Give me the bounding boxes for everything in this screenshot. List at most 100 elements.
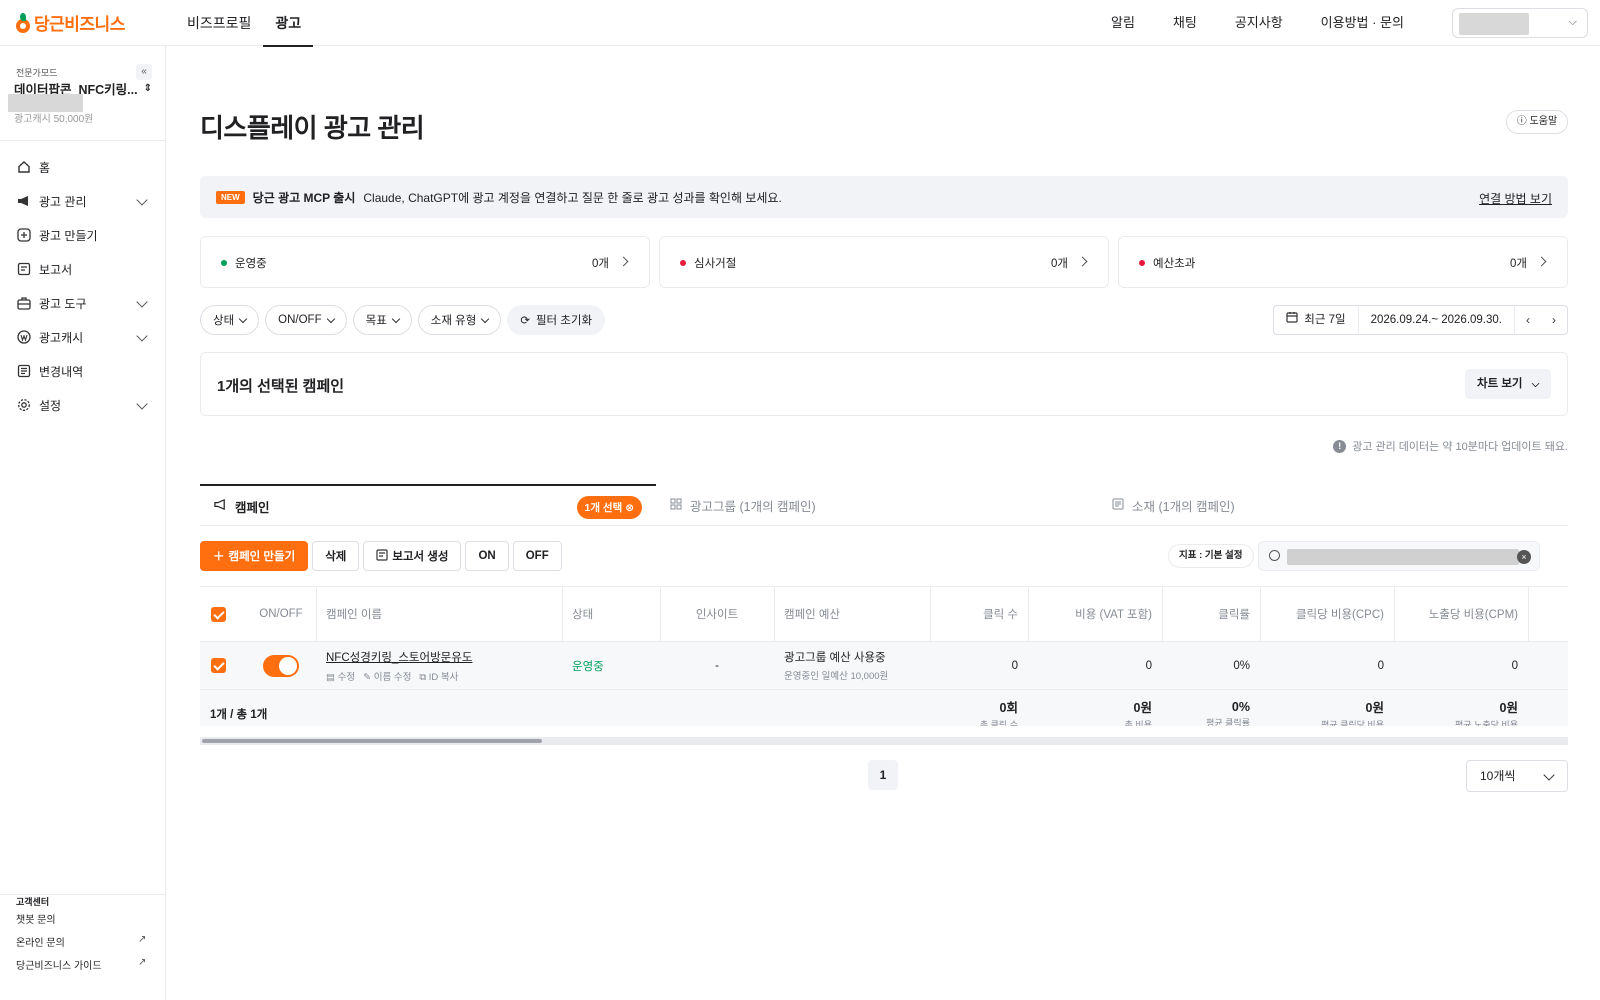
sum-cpc: 0원 평균 클릭당 비용 (1260, 690, 1394, 726)
sidebar-item-label: 광고 관리 (39, 194, 87, 209)
col-insight[interactable]: 인사이트 (660, 587, 774, 641)
campaign-name-link[interactable]: NFC성경키링_스토어방문유도 (326, 649, 472, 665)
logo[interactable]: 당근비즈니스 (16, 10, 125, 35)
filter-reset-button[interactable]: ⟳ 필터 초기화 (507, 305, 606, 335)
toggle-switch[interactable] (263, 654, 299, 677)
nav-chat[interactable]: 채팅 (1173, 0, 1197, 46)
help-button[interactable]: ⓘ 도움말 (1506, 110, 1568, 134)
collapse-sidebar-icon[interactable]: « (136, 64, 152, 80)
updown-icon: ⇕ (143, 83, 152, 94)
stat-over-budget[interactable]: 예산초과 0개 (1118, 236, 1568, 288)
sum-label: 평균 노출당 비용 (1455, 720, 1518, 726)
selection-pill[interactable]: 1개 선택 ⊗ (576, 496, 642, 519)
create-campaign-button[interactable]: ＋ 캠페인 만들기 (200, 541, 309, 571)
row-ctr: 0% (1233, 659, 1250, 672)
question-circle-icon: ⓘ (1516, 116, 1527, 127)
chevron-left-icon[interactable]: ‹ (1515, 313, 1541, 327)
metric-settings-button[interactable]: 지표 : 기본 설정 (1168, 544, 1254, 568)
stat-rejected[interactable]: 심사거절 0개 (659, 236, 1109, 288)
off-button[interactable]: OFF (512, 541, 562, 571)
nav-help-inquiry[interactable]: 이용방법 · 문의 (1321, 0, 1404, 46)
tab-campaign[interactable]: 캠페인 1개 선택 ⊗ (200, 484, 656, 526)
filter-onoff[interactable]: ON/OFF (265, 305, 347, 335)
nav-bizprofile[interactable]: 비즈프로필 (175, 0, 263, 46)
sidebar-item-ad-manage[interactable]: 광고 관리 (0, 184, 166, 218)
sidebar-item-ad-cash[interactable]: 광고캐시 (0, 320, 166, 354)
copy-id-link[interactable]: ⧉ ID 복사 (419, 669, 458, 683)
date-preset[interactable]: 최근 7일 (1274, 306, 1359, 334)
col-ctr[interactable]: 클릭률 (1162, 587, 1260, 641)
create-report-button[interactable]: 보고서 생성 (363, 541, 462, 571)
sidebar-item-change-history[interactable]: 변경내역 (0, 354, 166, 388)
chevron-right-icon[interactable]: › (1541, 313, 1567, 327)
chatbot-inquiry-link[interactable]: 챗봇 문의 (16, 911, 56, 926)
col-status[interactable]: 상태 (562, 587, 660, 641)
chevron-down-icon (136, 330, 148, 342)
selected-campaign-card: 1개의 선택된 캠페인 차트 보기 ⌵ (200, 352, 1568, 416)
nav-ads[interactable]: 광고 (263, 0, 313, 47)
col-budget[interactable]: 캠페인 예산 (774, 587, 930, 641)
sidebar-item-home[interactable]: 홈 (0, 150, 166, 184)
col-clicks[interactable]: 클릭 수 (930, 587, 1028, 641)
col-cost[interactable]: 비용 (VAT 포함) (1028, 587, 1162, 641)
campaign-actions: ＋ 캠페인 만들기 삭제 보고서 생성 ON OFF (200, 541, 562, 571)
col-campaign-name[interactable]: 캠페인 이름 (316, 587, 562, 641)
row-checkbox[interactable] (200, 642, 236, 689)
connect-guide-link[interactable]: 연결 방법 보기 (1479, 190, 1552, 207)
budget-main: 광고그룹 예산 사용중 (784, 652, 886, 664)
tab-ad-group[interactable]: 광고그룹 (1개의 캠페인) (656, 484, 1112, 526)
filter-label: ON/OFF (278, 314, 322, 326)
chevron-down-icon (326, 314, 335, 323)
col-onoff[interactable]: ON/OFF (246, 587, 316, 641)
edit-link[interactable]: ▤ 수정 (326, 669, 355, 683)
filter-creative-type[interactable]: 소재 유형 (417, 305, 502, 335)
row-budget: 광고그룹 예산 사용중 운영중인 일예산 10,000원 (774, 642, 930, 689)
filter-goal[interactable]: 목표 (352, 305, 412, 335)
tab-label: 소재 (1개의 캠페인) (1132, 499, 1235, 514)
nav-notifications[interactable]: 알림 (1111, 0, 1135, 46)
page-size-select[interactable]: 10개씩 (1466, 760, 1568, 792)
table-row[interactable]: NFC성경키링_스토어방문유도 ▤ 수정 ✎ 이름 수정 ⧉ ID 복사 운영중… (200, 642, 1568, 690)
row-toggle[interactable] (246, 642, 316, 689)
toolbox-icon (17, 296, 31, 310)
status-dot (221, 260, 227, 266)
filter-status[interactable]: 상태 (200, 305, 260, 335)
chart-view-button[interactable]: 차트 보기 ⌵ (1465, 369, 1551, 399)
clear-icon[interactable]: × (1517, 550, 1531, 564)
tab-creative[interactable]: 소재 (1개의 캠페인) (1112, 484, 1568, 526)
chevron-down-icon: ⌵ (1568, 16, 1577, 28)
sum-value: 0회 (999, 701, 1018, 715)
sidebar-item-ad-tools[interactable]: 광고 도구 (0, 286, 166, 320)
col-cpc[interactable]: 클릭당 비용(CPC) (1260, 587, 1394, 641)
date-range-picker[interactable]: 최근 7일 2026.09.24.~ 2026.09.30. ‹ › (1273, 305, 1568, 335)
stat-count: 0개 (592, 258, 609, 270)
sum-label: 평균 클릭당 비용 (1321, 720, 1384, 726)
col-cpm[interactable]: 노출당 비용(CPM) (1394, 587, 1528, 641)
megaphone-icon (17, 194, 31, 208)
sidebar-item-settings[interactable]: 설정 (0, 388, 166, 422)
chevron-down-icon (1543, 769, 1555, 781)
rename-link[interactable]: ✎ 이름 수정 (363, 669, 411, 683)
filter-label: 소재 유형 (430, 315, 477, 327)
date-range[interactable]: 2026.09.24.~ 2026.09.30. (1359, 306, 1515, 334)
list-icon (17, 364, 31, 378)
delete-button[interactable]: 삭제 (312, 541, 360, 571)
select-all-checkbox[interactable] (200, 587, 236, 641)
stat-running[interactable]: 운영중 0개 (200, 236, 650, 288)
online-inquiry-link[interactable]: 온라인 문의 (16, 934, 65, 949)
sidebar-item-report[interactable]: 보고서 (0, 252, 166, 286)
external-link-icon: ↗ (138, 934, 147, 945)
status-summary: 운영중 0개 심사거절 0개 예산초과 0개 (200, 236, 1568, 288)
horizontal-scrollbar[interactable] (200, 737, 1568, 745)
filter-label: 상태 (213, 315, 235, 327)
on-button[interactable]: ON (465, 541, 509, 571)
external-link-icon: ↗ (138, 957, 147, 968)
guide-link[interactable]: 당근비즈니스 가이드 (16, 957, 102, 972)
sidebar-item-label: 홈 (39, 160, 51, 175)
account-selector[interactable]: ⌵ (1452, 8, 1588, 38)
scrollbar-thumb[interactable] (202, 739, 542, 743)
nav-notice[interactable]: 공지사항 (1235, 0, 1283, 46)
sidebar-item-create-ad[interactable]: 광고 만들기 (0, 218, 166, 252)
page-1-button[interactable]: 1 (868, 760, 898, 790)
search-input[interactable]: × (1258, 541, 1540, 571)
